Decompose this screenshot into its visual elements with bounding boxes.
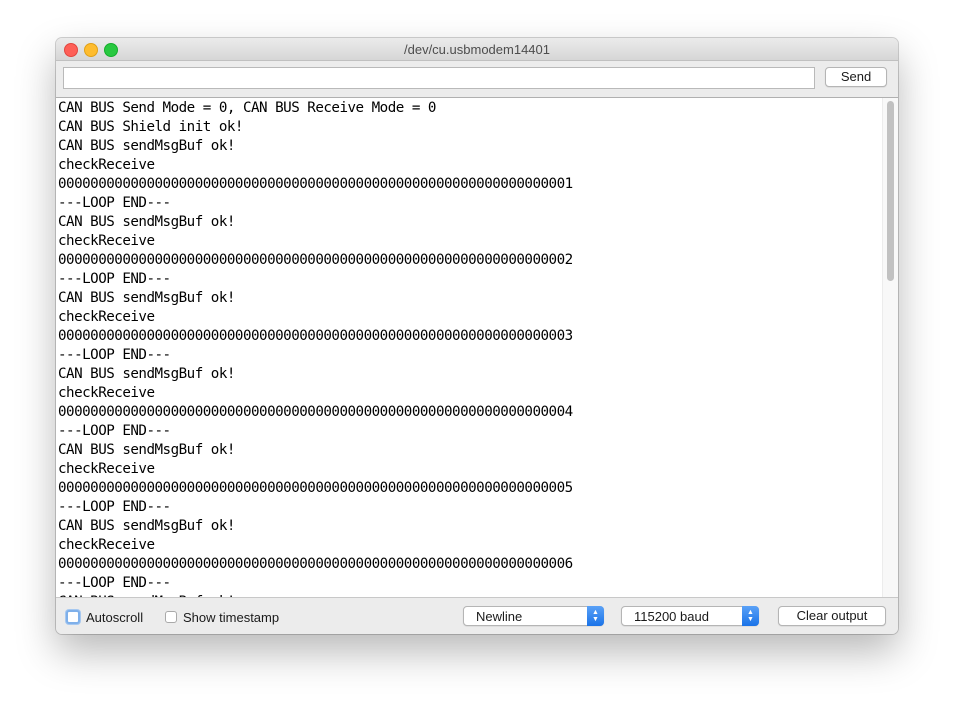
output-line: ---LOOP END--- bbox=[58, 575, 171, 591]
output-line: CAN BUS Send Mode = 0, CAN BUS Receive M… bbox=[58, 100, 436, 116]
line-ending-select[interactable]: Newline ▲ ▼ bbox=[463, 606, 604, 626]
show-timestamp-checkbox[interactable]: Show timestamp bbox=[165, 608, 279, 626]
title-bar: /dev/cu.usbmodem14401 bbox=[56, 38, 898, 61]
output-line: ---LOOP END--- bbox=[58, 195, 171, 211]
autoscroll-checkbox[interactable]: Autoscroll bbox=[66, 608, 143, 626]
output-line: 0000000000000000000000000000000000000000… bbox=[58, 176, 573, 192]
output-line: ---LOOP END--- bbox=[58, 499, 171, 515]
output-line: ---LOOP END--- bbox=[58, 347, 171, 363]
output-line: checkReceive bbox=[58, 385, 155, 401]
serial-monitor-window: /dev/cu.usbmodem14401 Send CAN BUS Send … bbox=[56, 38, 898, 634]
output-line: checkReceive bbox=[58, 537, 155, 553]
autoscroll-checkbox-box[interactable] bbox=[66, 610, 80, 624]
send-button[interactable]: Send bbox=[825, 67, 887, 87]
output-line: CAN BUS Shield init ok! bbox=[58, 119, 243, 135]
vertical-scrollbar[interactable] bbox=[882, 98, 898, 597]
chevron-updown-icon: ▲ ▼ bbox=[587, 606, 604, 626]
show-timestamp-label: Show timestamp bbox=[183, 609, 280, 625]
output-line: CAN BUS sendMsgBuf ok! bbox=[58, 442, 235, 458]
line-ending-value: Newline bbox=[476, 609, 523, 624]
baud-rate-select[interactable]: 115200 baud ▲ ▼ bbox=[621, 606, 759, 626]
window-title: /dev/cu.usbmodem14401 bbox=[404, 42, 550, 57]
output-line: 0000000000000000000000000000000000000000… bbox=[58, 404, 573, 420]
scrollbar-thumb[interactable] bbox=[887, 101, 894, 281]
output-line: 0000000000000000000000000000000000000000… bbox=[58, 252, 573, 268]
output-line: 0000000000000000000000000000000000000000… bbox=[58, 328, 573, 344]
output-line: 0000000000000000000000000000000000000000… bbox=[58, 556, 573, 572]
output-line: checkReceive bbox=[58, 157, 155, 173]
output-log: CAN BUS Send Mode = 0, CAN BUS Receive M… bbox=[58, 99, 573, 597]
output-line: CAN BUS sendMsgBuf ok! bbox=[58, 366, 235, 382]
output-line: 0000000000000000000000000000000000000000… bbox=[58, 480, 573, 496]
autoscroll-label: Autoscroll bbox=[86, 609, 144, 625]
output-line: CAN BUS sendMsgBuf ok! bbox=[58, 518, 235, 534]
send-toolbar: Send bbox=[56, 61, 898, 97]
output-area[interactable]: CAN BUS Send Mode = 0, CAN BUS Receive M… bbox=[56, 97, 898, 598]
bottom-bar: Autoscroll Show timestamp Newline ▲ ▼ 115… bbox=[56, 598, 898, 634]
show-timestamp-checkbox-box[interactable] bbox=[165, 611, 177, 623]
output-line: CAN BUS sendMsgBuf ok! bbox=[58, 138, 235, 154]
output-line: checkReceive bbox=[58, 309, 155, 325]
output-line: CAN BUS sendMsgBuf ok! bbox=[58, 214, 235, 230]
output-line: checkReceive bbox=[58, 233, 155, 249]
output-line: CAN BUS sendMsgBuf ok! bbox=[58, 290, 235, 306]
chevron-updown-icon: ▲ ▼ bbox=[742, 606, 759, 626]
baud-rate-value: 115200 baud bbox=[634, 609, 709, 624]
output-line: checkReceive bbox=[58, 461, 155, 477]
clear-output-button[interactable]: Clear output bbox=[778, 606, 886, 626]
send-input[interactable] bbox=[63, 67, 815, 89]
output-line: ---LOOP END--- bbox=[58, 271, 171, 287]
output-line: ---LOOP END--- bbox=[58, 423, 171, 439]
